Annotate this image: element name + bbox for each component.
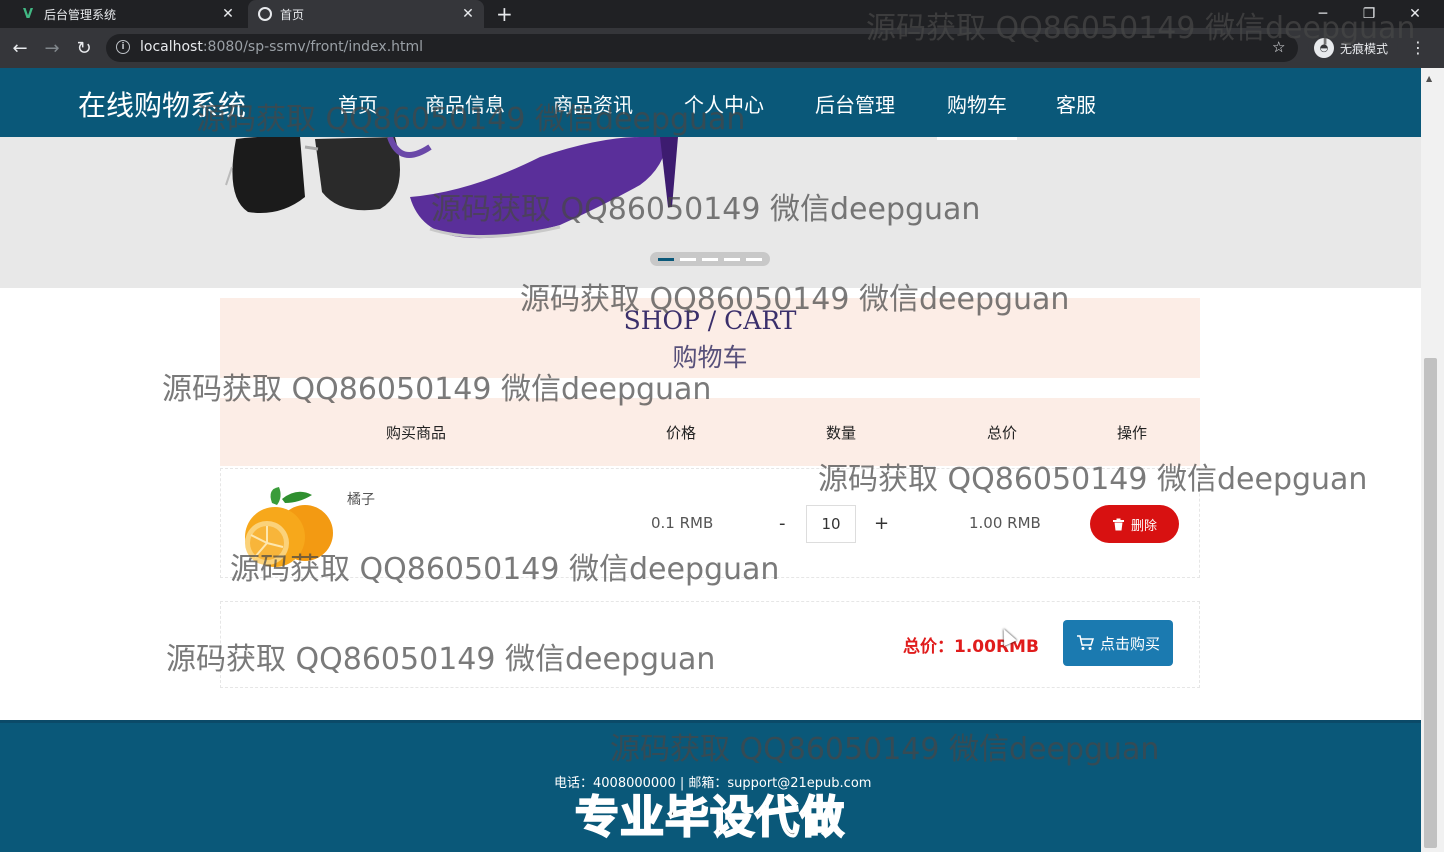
reload-icon[interactable]: ↻ [72,36,96,60]
window-close-button[interactable]: ✕ [1392,0,1438,28]
cart-heading: SHOP / CART 购物车 [220,298,1200,378]
nav-profile[interactable]: 个人中心 [684,89,764,118]
menu-dots-icon[interactable]: ⋮ [1410,38,1426,57]
cart-table-header: 购买商品 价格 数量 总价 操作 [220,398,1200,466]
decrease-quantity-button[interactable]: - [779,513,786,534]
row-subtotal: 1.00 RMB [969,514,1041,532]
site-footer: 电话：4008000000 | 邮箱：support@21epub.com 专业… [0,720,1421,852]
bookmark-star-icon[interactable]: ☆ [1272,38,1285,56]
col-action: 操作 [1117,424,1148,442]
tab-home[interactable]: 首页 ✕ [248,0,484,28]
cart-icon [1076,635,1094,650]
cart-total: 总价：1.00RMB [903,637,1039,657]
trash-icon [1112,518,1124,530]
cart-heading-en: SHOP / CART [623,306,797,335]
nav-service[interactable]: 客服 [1056,89,1096,118]
cart-heading-cn: 购物车 [672,343,748,372]
quantity-input[interactable]: 10 [806,505,856,543]
nav-cart[interactable]: 购物车 [937,89,1017,140]
col-quantity: 数量 [826,424,857,442]
tab-title: 首页 [280,7,305,22]
page-scrollbar[interactable]: ▲ [1421,68,1444,852]
delete-label: 删除 [1130,518,1157,534]
col-total: 总价 [987,424,1018,442]
carousel-dot[interactable] [658,257,674,261]
new-tab-button[interactable]: + [496,2,513,26]
scroll-thumb[interactable] [1424,358,1437,848]
close-icon[interactable]: ✕ [460,6,476,22]
vue-logo-icon: V [22,6,34,22]
cart-row: 橘子 0.1 RMB - 10 + 1.00 RMB 删除 [220,468,1200,578]
product-image [245,487,333,567]
nav-home[interactable]: 首页 [338,89,378,118]
carousel-dot[interactable] [680,257,696,261]
carousel-dot[interactable] [724,257,740,261]
browser-tab-bar: V 后台管理系统 ✕ 首页 ✕ + ─ ❐ ✕ [0,0,1444,28]
delete-button[interactable]: 删除 [1090,505,1179,543]
nav-news[interactable]: 商品资讯 [553,89,633,118]
site-brand[interactable]: 在线购物系统 [78,84,246,124]
nav-admin[interactable]: 后台管理 [815,89,895,118]
incognito-label: 无痕模式 [1340,41,1389,56]
buy-button[interactable]: 点击购买 [1063,620,1173,666]
site-navbar: 在线购物系统 首页 商品信息 商品资讯 个人中心 后台管理 购物车 客服 [0,68,1421,140]
restore-button[interactable]: ❐ [1346,0,1392,28]
carousel-dot[interactable] [746,257,762,261]
carousel-dot[interactable] [702,257,718,261]
carousel-indicators[interactable] [650,252,770,266]
incognito-badge[interactable]: ◓ 无痕模式 [1308,34,1399,62]
globe-icon [258,7,272,21]
tab-title: 后台管理系统 [44,7,117,22]
cart-total-bar: 总价：1.00RMB 点击购买 [220,601,1200,688]
scroll-up-arrow-icon[interactable]: ▲ [1426,74,1432,83]
minimize-button[interactable]: ─ [1300,0,1346,28]
tab-admin[interactable]: V 后台管理系统 ✕ [8,0,244,28]
banner-carousel[interactable] [0,137,1421,288]
buy-label: 点击购买 [1099,634,1160,653]
page-viewport: 在线购物系统 首页 商品信息 商品资讯 个人中心 后台管理 购物车 客服 SHO… [0,68,1421,852]
incognito-icon: ◓ [1314,38,1334,58]
increase-quantity-button[interactable]: + [874,513,889,534]
forward-icon[interactable]: → [40,36,64,60]
col-price: 价格 [666,424,697,442]
info-icon[interactable]: i [116,40,130,54]
product-name[interactable]: 橘子 [347,489,375,509]
nav-products[interactable]: 商品信息 [425,89,505,118]
promo-overlay: 专业毕设代做 [574,791,845,844]
close-icon[interactable]: ✕ [220,6,236,22]
unit-price: 0.1 RMB [651,514,714,532]
url-text[interactable]: localhost:8080/sp-ssmv/front/index.html [140,39,423,55]
col-product: 购买商品 [386,424,447,442]
back-icon[interactable]: ← [8,36,32,60]
